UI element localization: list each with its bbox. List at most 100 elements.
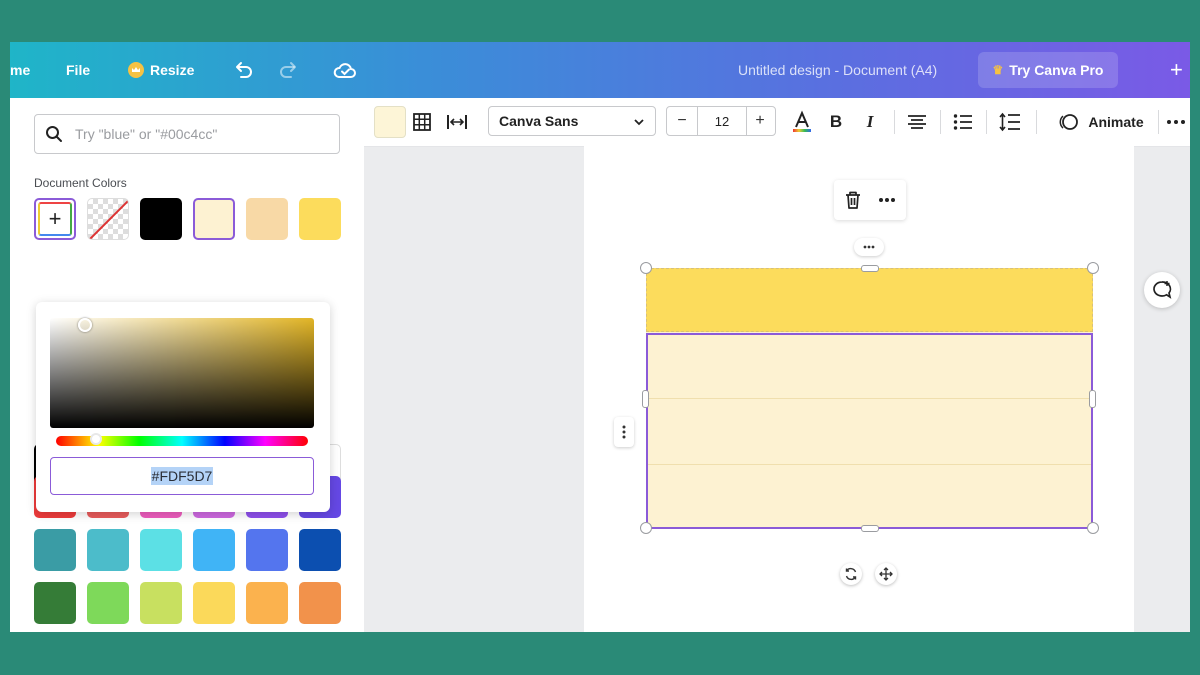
home-menu[interactable]: me [10,42,30,98]
color-swatch[interactable] [246,529,288,571]
transparent-color-swatch[interactable] [87,198,129,240]
decrease-size-button[interactable]: − [667,107,697,135]
resize-handle-top[interactable] [861,265,879,272]
color-swatch[interactable] [140,529,182,571]
more-horizontal-icon [879,198,895,202]
increase-size-button[interactable]: + [745,107,775,135]
spacing-button[interactable] [442,98,472,146]
redo-button[interactable] [278,42,300,98]
color-swatch[interactable] [246,582,288,624]
toolbar-divider [940,110,941,134]
bullet-list-icon [953,114,972,130]
resize-handle-bottom-right[interactable] [1087,522,1099,534]
animate-button[interactable]: Animate [1046,98,1156,146]
add-comment-button[interactable] [1144,272,1180,308]
resize-handle-top-left[interactable] [640,262,652,274]
rotate-icon [845,567,857,581]
color-swatch[interactable] [87,529,129,571]
fill-color-button[interactable] [374,106,406,138]
align-center-icon [908,115,926,129]
toolbar-divider [1036,110,1037,134]
color-swatch[interactable] [299,529,341,571]
resize-handle-bottom-left[interactable] [640,522,652,534]
document-title[interactable]: Untitled design - Document (A4) [738,42,937,98]
horizontal-spacing-icon [447,115,467,129]
rotate-button[interactable] [840,563,862,585]
move-button[interactable] [875,563,897,585]
resize-handle-right[interactable] [1089,390,1096,408]
more-horizontal-icon [863,245,875,249]
comment-plus-icon [1153,281,1172,299]
column-options-button[interactable] [614,417,634,447]
line-spacing-button[interactable] [996,98,1024,146]
top-bar: me File Resize Untitled design - Documen… [10,42,1190,98]
toolbar-divider [1158,110,1159,134]
add-color-button[interactable]: + [34,198,76,240]
cloud-check-icon [333,63,356,78]
color-swatch[interactable] [34,529,76,571]
file-menu[interactable]: File [66,42,90,98]
color-swatch[interactable] [140,198,182,240]
chevron-down-icon [634,119,644,126]
search-icon [46,126,62,142]
redo-icon [280,62,296,78]
selection-outline [646,333,1093,529]
color-swatch[interactable] [87,582,129,624]
color-swatch[interactable] [246,198,288,240]
more-options-button[interactable] [874,180,900,220]
crown-icon [128,62,144,78]
resize-handle-left[interactable] [642,390,649,408]
saturation-knob[interactable] [78,318,92,332]
app-window: me File Resize Untitled design - Documen… [10,42,1190,632]
undo-button[interactable] [232,42,254,98]
try-pro-button[interactable]: ♛ Try Canva Pro [978,52,1118,88]
font-family-select[interactable]: Canva Sans [488,106,656,136]
saturation-value-area[interactable] [50,318,314,428]
row-options-button[interactable] [854,238,884,256]
hue-knob[interactable] [90,433,102,445]
animate-icon [1059,114,1079,130]
color-swatch[interactable] [34,582,76,624]
color-panel: Document Colors + #FDF5D7 [10,98,364,632]
align-center-button[interactable] [904,98,930,146]
table-header-row[interactable] [646,268,1093,332]
delete-button[interactable] [840,180,866,220]
text-color-icon [793,110,811,132]
trash-icon [846,191,860,209]
color-swatch[interactable] [299,198,341,240]
document-colors-title: Document Colors [34,176,127,190]
hex-input[interactable]: #FDF5D7 [50,457,314,495]
resize-button[interactable]: Resize [128,42,194,98]
resize-handle-top-right[interactable] [1087,262,1099,274]
font-size-value[interactable]: 12 [697,107,747,135]
undo-icon [236,62,252,78]
italic-button[interactable]: I [858,98,882,146]
more-options-button[interactable] [1164,98,1188,146]
move-icon [879,567,893,581]
table-grid-button[interactable] [408,98,436,146]
toolbar-divider [894,110,895,134]
line-spacing-icon [999,112,1020,132]
more-horizontal-icon [1167,120,1185,124]
color-search-box[interactable] [34,114,340,154]
resize-handle-bottom[interactable] [861,525,879,532]
font-size-stepper[interactable]: − 12 + [666,106,776,136]
color-swatch[interactable] [299,582,341,624]
color-picker-popover: #FDF5D7 [36,302,330,512]
color-swatch[interactable] [193,582,235,624]
bullet-list-button[interactable] [950,98,976,146]
color-swatch[interactable] [140,582,182,624]
bold-button[interactable]: B [824,98,848,146]
color-swatch[interactable] [193,198,235,240]
element-context-menu [834,180,906,220]
color-search-input[interactable] [73,123,327,145]
crown-icon: ♛ [992,63,1004,77]
toolbar-divider [986,110,987,134]
grid-icon [413,113,431,131]
more-vertical-icon [622,425,626,439]
plus-icon: + [38,202,72,236]
color-swatch[interactable] [193,529,235,571]
add-page-button[interactable]: + [1170,42,1183,98]
text-color-button[interactable] [788,98,816,146]
cloud-save-button[interactable] [332,42,358,98]
